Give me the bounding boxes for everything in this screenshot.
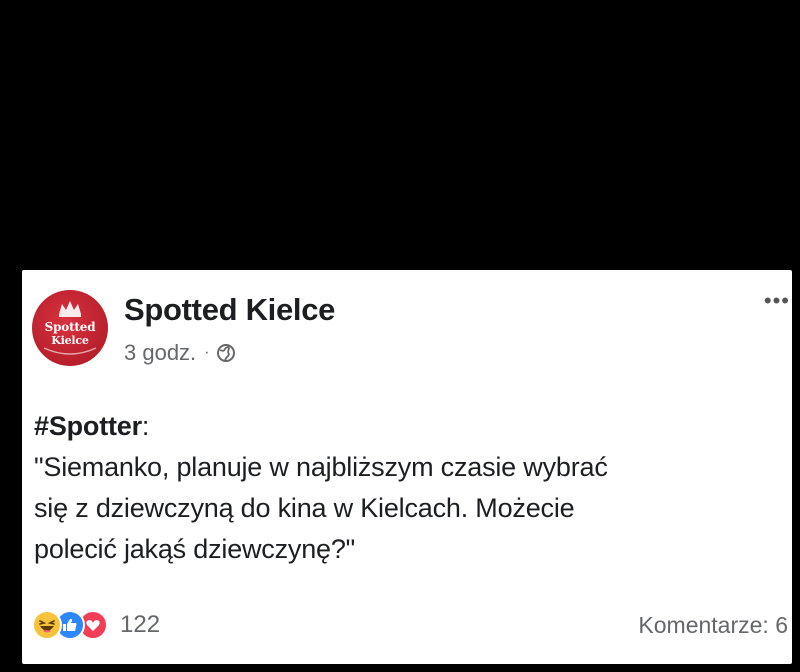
hashtag-suffix: : — [141, 411, 150, 441]
post-text-line: "Siemanko, planuje w najbliższym czasie … — [34, 452, 608, 482]
haha-icon — [32, 610, 62, 640]
avatar-text-line2: Kielce — [51, 334, 89, 347]
more-options-button[interactable]: ••• — [764, 290, 790, 312]
globe-icon — [216, 344, 235, 362]
meta-separator: · — [204, 344, 210, 361]
screen: Spotted Kielce Spotted Kielce 3 godz. · … — [0, 0, 800, 672]
reaction-count: 122 — [120, 611, 161, 638]
post-meta: 3 godz. · — [124, 340, 236, 366]
page-avatar[interactable]: Spotted Kielce — [32, 290, 108, 366]
post-timestamp[interactable]: 3 godz. — [124, 340, 196, 366]
post-hashtag-line: #Spotter: — [34, 406, 786, 447]
page-name-link[interactable]: Spotted Kielce — [124, 292, 335, 328]
comments-count-link[interactable]: Komentarze: 6 — [638, 612, 788, 639]
reactions-summary[interactable]: 122 — [32, 610, 160, 640]
post-text-line: polecić jakąś dziewczynę?" — [34, 534, 356, 564]
post-card: Spotted Kielce Spotted Kielce 3 godz. · … — [22, 270, 792, 664]
hashtag-link[interactable]: #Spotter — [34, 411, 142, 441]
post-text-line: się z dziewczyną do kina w Kielcach. Moż… — [34, 493, 575, 523]
avatar-text-line1: Spotted — [44, 320, 96, 334]
post-body: #Spotter: "Siemanko, planuje w najbliższ… — [34, 406, 786, 570]
